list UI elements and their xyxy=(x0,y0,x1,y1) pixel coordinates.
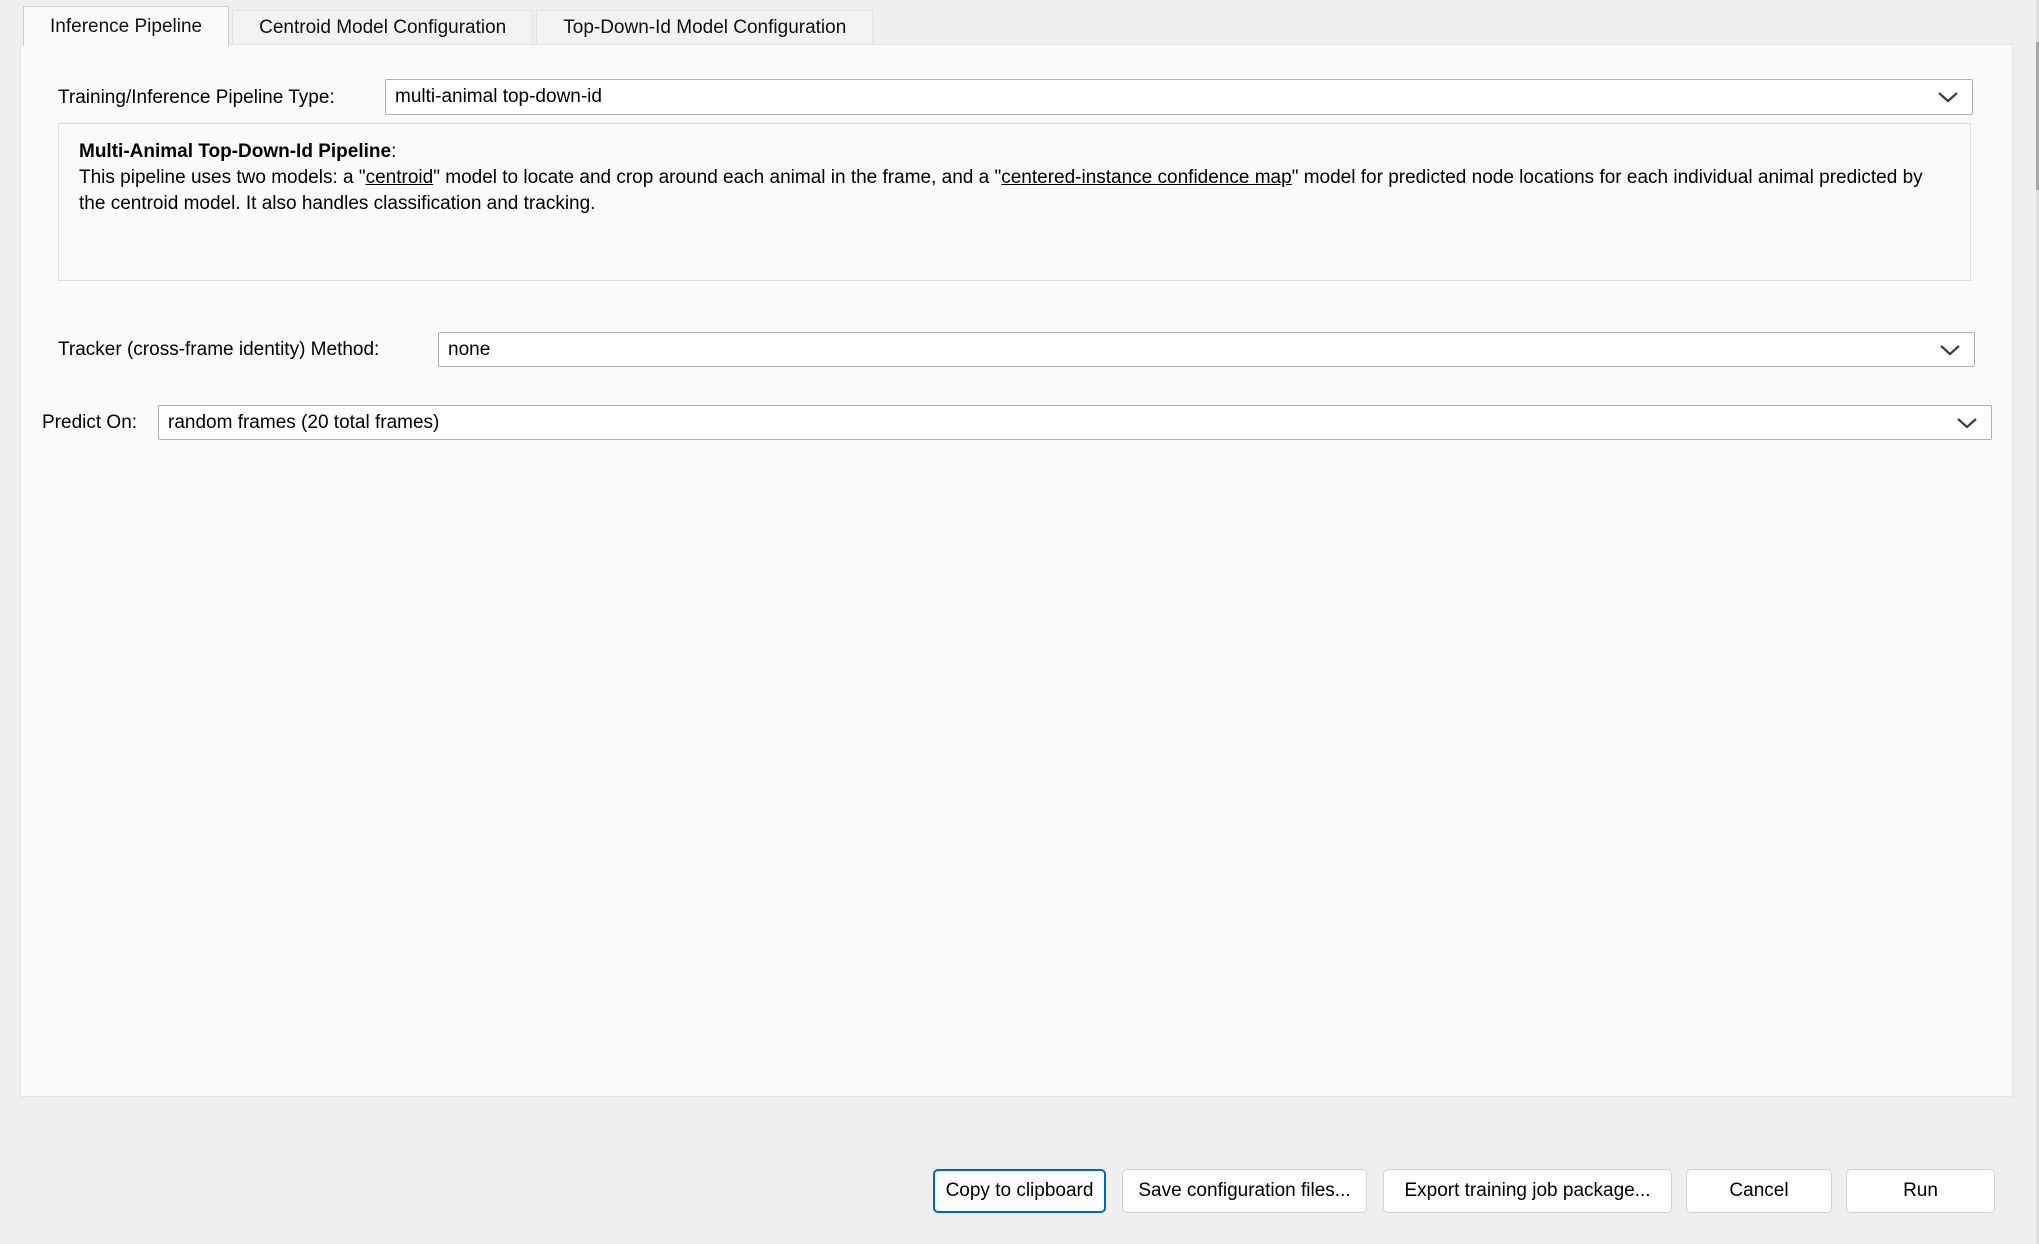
chevron-down-icon xyxy=(1956,417,1978,429)
centroid-link[interactable]: centroid xyxy=(366,167,434,188)
tab-centroid-model-configuration-label: Centroid Model Configuration xyxy=(259,17,506,39)
save-configuration-files-button[interactable]: Save configuration files... xyxy=(1122,1169,1367,1213)
pipeline-description-box: Multi-Animal Top-Down-Id Pipeline: This … xyxy=(58,123,1971,281)
cancel-button[interactable]: Cancel xyxy=(1686,1169,1832,1213)
pipeline-type-value: multi-animal top-down-id xyxy=(395,86,602,108)
description-title-line: Multi-Animal Top-Down-Id Pipeline: xyxy=(79,139,1942,165)
pipeline-type-dropdown[interactable]: multi-animal top-down-id xyxy=(385,79,1973,115)
description-title: Multi-Animal Top-Down-Id Pipeline xyxy=(79,141,391,162)
pipeline-type-label: Training/Inference Pipeline Type: xyxy=(58,87,335,109)
export-training-job-package-button[interactable]: Export training job package... xyxy=(1383,1169,1672,1213)
chevron-down-icon xyxy=(1939,344,1961,356)
centered-instance-confidence-map-link[interactable]: centered-instance confidence map xyxy=(1001,167,1291,188)
tab-top-down-id-model-configuration[interactable]: Top-Down-Id Model Configuration xyxy=(536,10,873,44)
tab-inference-pipeline[interactable]: Inference Pipeline xyxy=(23,6,229,46)
copy-to-clipboard-button[interactable]: Copy to clipboard xyxy=(933,1169,1106,1213)
chevron-down-icon xyxy=(1937,91,1959,103)
inference-dialog-window: Inference Pipeline Centroid Model Config… xyxy=(0,0,2039,1244)
predict-on-value: random frames (20 total frames) xyxy=(168,412,439,434)
tab-bar: Inference Pipeline Centroid Model Config… xyxy=(23,6,873,46)
predict-on-label: Predict On: xyxy=(42,412,137,434)
tracker-method-value: none xyxy=(448,339,490,361)
tab-inference-pipeline-label: Inference Pipeline xyxy=(50,16,202,38)
tracker-method-dropdown[interactable]: none xyxy=(438,332,1975,367)
description-title-colon: : xyxy=(391,141,396,162)
description-text-2: " model to locate and crop around each a… xyxy=(433,167,1001,188)
description-text-1: This pipeline uses two models: a " xyxy=(79,167,366,188)
tab-centroid-model-configuration[interactable]: Centroid Model Configuration xyxy=(232,10,533,44)
run-button[interactable]: Run xyxy=(1846,1169,1995,1213)
tab-top-down-id-model-configuration-label: Top-Down-Id Model Configuration xyxy=(563,17,846,39)
tracker-method-label: Tracker (cross-frame identity) Method: xyxy=(58,339,379,361)
predict-on-dropdown[interactable]: random frames (20 total frames) xyxy=(158,405,1992,440)
description-body: This pipeline uses two models: a "centro… xyxy=(79,165,1942,217)
